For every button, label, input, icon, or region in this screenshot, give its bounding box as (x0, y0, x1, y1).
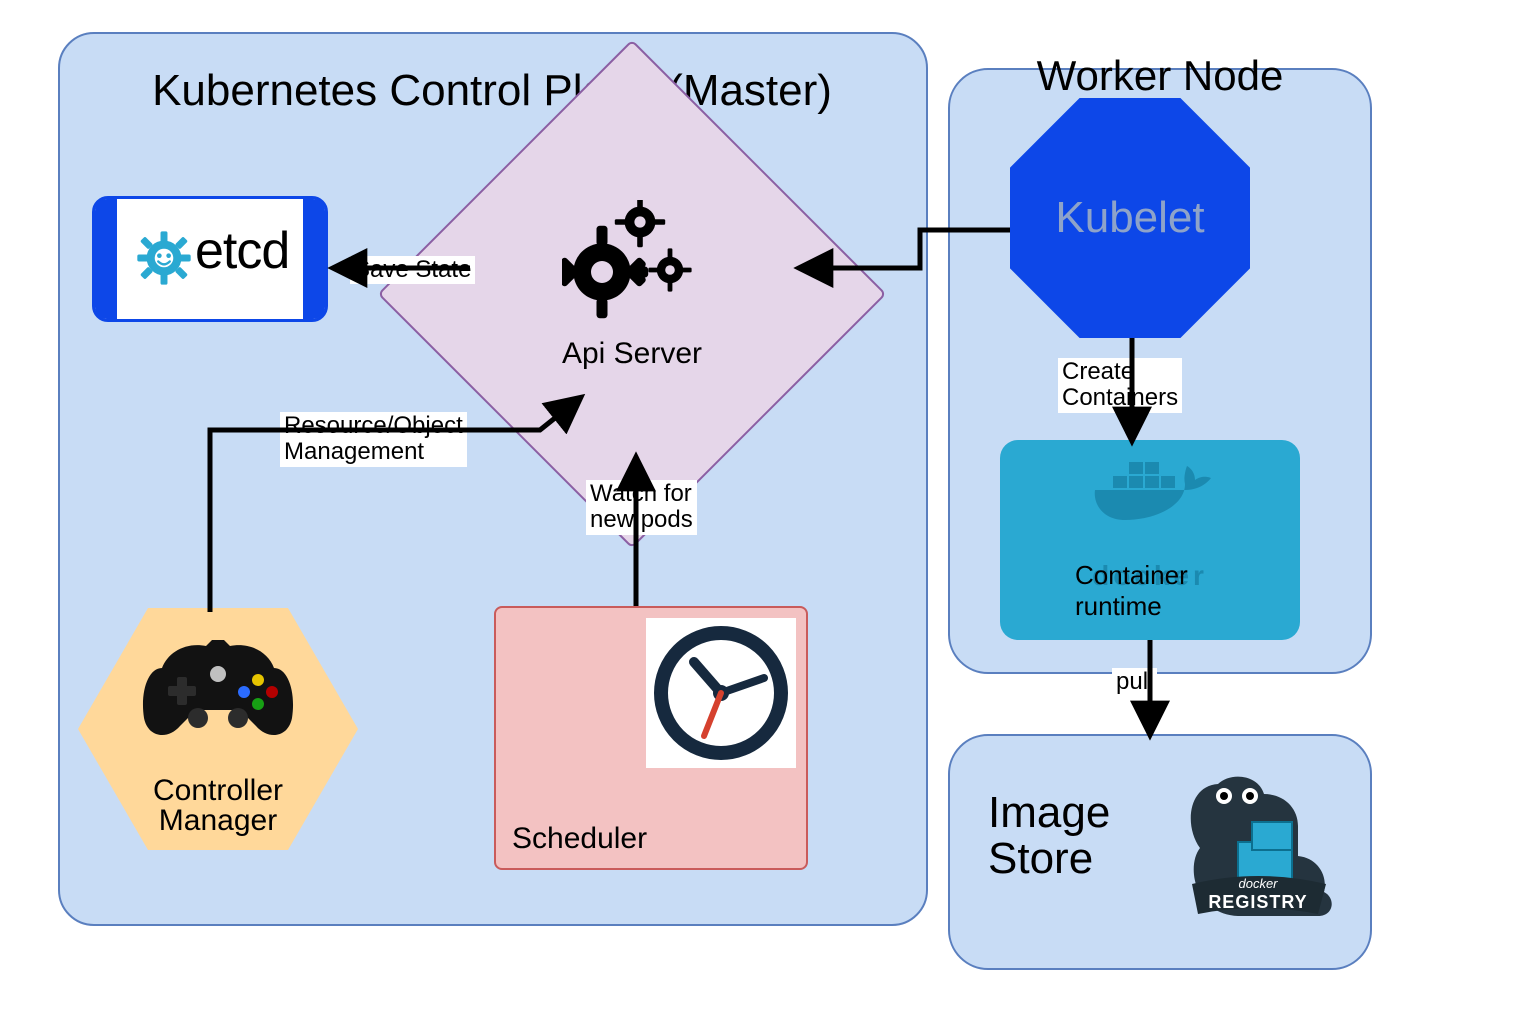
etcd-label: etcd (195, 221, 289, 281)
etcd-node: etcd (92, 196, 328, 322)
gears-icon (562, 200, 702, 330)
edge-resource-mgmt-label: Resource/Object Management (280, 412, 467, 467)
image-store-title: Image Store (988, 790, 1110, 882)
clock-icon (646, 618, 796, 768)
scheduler-node: Scheduler (494, 606, 808, 870)
docker-registry-icon: docker REGISTRY (1178, 766, 1338, 926)
controller-manager-label: Controller Manager (153, 776, 283, 836)
edge-save-state-label: Save State (350, 256, 475, 284)
edge-create-containers-label: Create Containers (1058, 358, 1182, 413)
container-runtime-label: Container runtime (1075, 560, 1225, 622)
api-server-label: Api Server (562, 337, 702, 371)
registry-brand: docker (1238, 876, 1278, 891)
docker-whale-icon (1085, 456, 1215, 526)
kubelet-label: Kubelet (1055, 193, 1204, 243)
worker-node-title: Worker Node (1000, 52, 1320, 100)
diagram-canvas: Kubernetes Control Plane (Master) Worker… (0, 0, 1516, 1010)
controller-manager-node: Controller Manager (78, 608, 358, 850)
etcd-gear-icon (135, 229, 193, 287)
kubelet-node: Kubelet (1010, 98, 1250, 338)
edge-pull-label: pull (1112, 668, 1157, 696)
control-plane-title: Kubernetes Control Plane (Master) (112, 66, 872, 116)
registry-label: REGISTRY (1208, 892, 1307, 912)
api-server-node: Api Server (452, 114, 812, 474)
edge-watch-pods-label: Watch for new pods (586, 480, 697, 535)
container-runtime-node: docker Container runtime (1000, 440, 1300, 640)
scheduler-label: Scheduler (512, 822, 647, 856)
gamepad-icon (138, 630, 298, 740)
